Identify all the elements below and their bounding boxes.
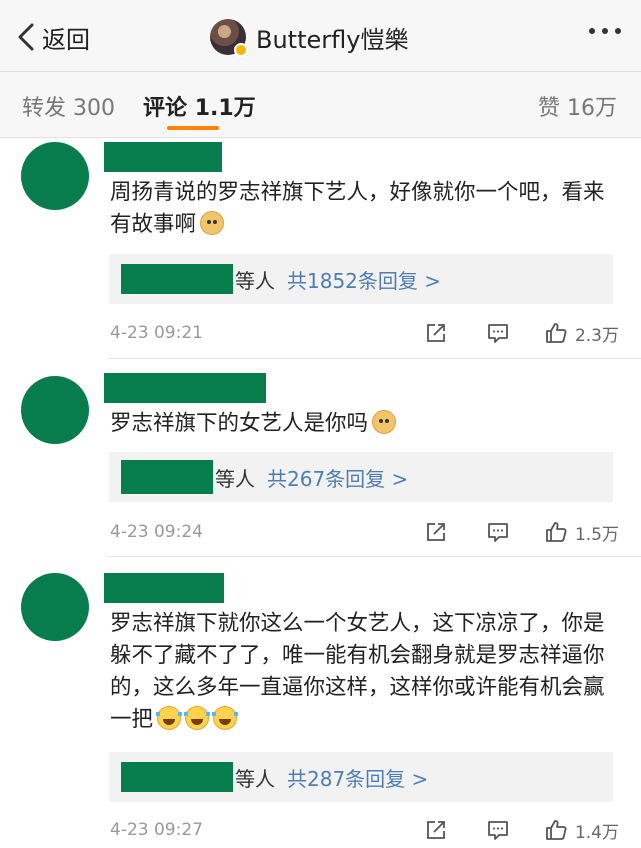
doge-emoji-icon xyxy=(372,410,397,434)
reply-summary[interactable]: 等人 共287条回复 > xyxy=(109,752,613,802)
commenter-avatar[interactable] xyxy=(21,376,89,444)
comment-meta: 4-23 09:21 2.3万 xyxy=(110,319,619,347)
commenter-avatar[interactable] xyxy=(21,142,89,210)
thumbs-up-icon xyxy=(546,820,567,840)
comment-text: 罗志祥旗下的女艺人是你吗 xyxy=(110,408,620,440)
author-avatar[interactable] xyxy=(210,19,248,57)
comment-icon xyxy=(488,523,508,542)
replier-name-redacted xyxy=(121,460,213,494)
commenter-name-redacted[interactable] xyxy=(104,373,266,403)
comment-actions: 1.4万 xyxy=(425,818,619,843)
laugh-cry-emoji-icon xyxy=(184,706,211,730)
comment-time: 4-23 09:21 xyxy=(110,323,203,343)
like-button[interactable]: 1.4万 xyxy=(545,818,619,843)
reply-suffix: 等人 xyxy=(235,268,275,293)
comment-item: 罗志祥旗下的女艺人是你吗 等人 共267条回复 > 4-23 09:24 1.5… xyxy=(0,360,641,557)
laugh-cry-emoji-icon xyxy=(156,706,183,730)
doge-emoji-icon xyxy=(200,211,225,235)
tab-bar: 转发 300 评论 1.1万 赞 16万 xyxy=(0,72,641,138)
reply-count-link[interactable]: 共267条回复 > xyxy=(267,463,408,492)
share-icon xyxy=(427,324,445,342)
like-count: 2.3万 xyxy=(574,325,619,346)
thumbs-up-icon xyxy=(546,323,567,343)
reply-suffix: 等人 xyxy=(215,466,255,491)
commenter-avatar[interactable] xyxy=(21,573,89,641)
reply-summary[interactable]: 等人 共1852条回复 > xyxy=(109,254,613,304)
reply-summary[interactable]: 等人 共267条回复 > xyxy=(109,452,613,502)
tab-like[interactable]: 赞 16万 xyxy=(538,90,617,122)
thumbs-up-icon xyxy=(546,522,567,542)
comment-text: 罗志祥旗下就你这么一个女艺人，这下凉凉了，你是躲不了藏不了了，唯一能有机会翻身就… xyxy=(110,608,620,736)
comment-text-content: 周扬青说的罗志祥旗下艺人，好像就你一个吧，看来有故事啊 xyxy=(110,180,605,237)
tab-forward[interactable]: 转发 300 xyxy=(22,90,115,122)
tab-forward-count: 300 xyxy=(73,96,116,121)
reply-button[interactable] xyxy=(487,322,509,344)
comment-meta: 4-23 09:27 1.4万 xyxy=(110,816,619,844)
reply-button[interactable] xyxy=(487,819,509,841)
share-button[interactable] xyxy=(425,322,447,344)
reply-suffix: 等人 xyxy=(235,766,275,791)
laugh-cry-emoji-icon xyxy=(212,706,239,730)
divider xyxy=(108,556,641,557)
tab-comment-count: 1.1万 xyxy=(194,96,256,121)
tab-forward-label: 转发 xyxy=(22,96,67,121)
comment-time: 4-23 09:27 xyxy=(110,820,203,840)
tab-like-label: 赞 xyxy=(537,96,560,121)
page-title: Butterfly愷樂 xyxy=(256,25,409,54)
like-button[interactable]: 1.5万 xyxy=(545,520,619,545)
comment-item: 罗志祥旗下就你这么一个女艺人，这下凉凉了，你是躲不了藏不了了，唯一能有机会翻身就… xyxy=(0,558,641,848)
commenter-name-redacted[interactable] xyxy=(104,573,224,603)
share-icon xyxy=(427,821,445,839)
reply-count-link[interactable]: 共1852条回复 > xyxy=(287,265,441,294)
share-button[interactable] xyxy=(425,521,447,543)
comment-icon xyxy=(488,821,508,840)
like-count: 1.5万 xyxy=(574,524,619,545)
comment-actions: 2.3万 xyxy=(425,321,619,346)
like-count: 1.4万 xyxy=(574,822,619,843)
share-button[interactable] xyxy=(425,819,447,841)
share-icon xyxy=(427,523,445,541)
tab-comment-label: 评论 xyxy=(143,96,188,121)
comment-time: 4-23 09:24 xyxy=(110,522,203,542)
tab-like-count: 16万 xyxy=(567,96,617,121)
replier-name-redacted xyxy=(121,264,233,294)
active-tab-indicator xyxy=(167,126,219,130)
commenter-name-redacted[interactable] xyxy=(104,142,222,172)
more-dot-icon xyxy=(589,28,595,34)
tab-comment[interactable]: 评论 1.1万 xyxy=(143,90,256,122)
reply-button[interactable] xyxy=(487,521,509,543)
back-label: 返回 xyxy=(42,25,90,54)
reply-count-link[interactable]: 共287条回复 > xyxy=(287,763,428,792)
like-button[interactable]: 2.3万 xyxy=(545,321,619,346)
more-dot-icon xyxy=(615,28,621,34)
comment-icon xyxy=(488,324,508,343)
divider xyxy=(108,358,641,359)
back-button[interactable]: 返回 xyxy=(16,20,90,54)
top-nav-bar: 返回 Butterfly愷樂 xyxy=(0,0,641,72)
comment-item: 周扬青说的罗志祥旗下艺人，好像就你一个吧，看来有故事啊 等人 共1852条回复 … xyxy=(0,139,641,359)
comment-meta: 4-23 09:24 1.5万 xyxy=(110,518,619,546)
replier-name-redacted xyxy=(121,762,233,792)
more-dot-icon xyxy=(602,28,608,34)
comment-text: 周扬青说的罗志祥旗下艺人，好像就你一个吧，看来有故事啊 xyxy=(110,177,620,241)
comment-actions: 1.5万 xyxy=(425,520,619,545)
chevron-left-icon xyxy=(18,23,34,51)
page-title-area[interactable]: Butterfly愷樂 xyxy=(210,18,409,57)
comment-text-content: 罗志祥旗下的女艺人是你吗 xyxy=(110,411,369,436)
verified-badge-icon xyxy=(234,43,248,57)
more-button[interactable] xyxy=(589,28,621,34)
